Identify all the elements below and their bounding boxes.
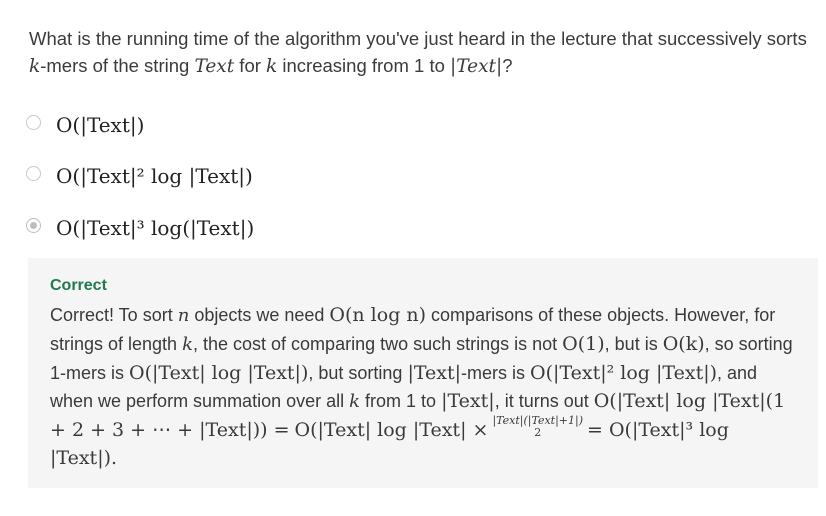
fraction: |Text|(|Text|+1|) 2 [492,414,583,440]
feedback-text: Correct! To sort n objects we need O(n l… [50,304,793,469]
math-abs-text: |Text| [450,56,503,77]
option-2[interactable]: O(|Text|² log |Text|) [26,163,426,193]
option-1[interactable]: O(|Text|) [26,112,426,142]
feedback-title: Correct [50,277,107,294]
option-label: O(|Text|² log |Text|) [56,164,253,188]
option-label: O(|Text|) [56,113,145,137]
question-text: What is the running time of the algorith… [29,28,807,77]
radio-button[interactable] [26,166,41,181]
radio-button[interactable] [26,115,41,130]
option-label: O(|Text|³ log(|Text|) [56,216,255,240]
math-k: k [29,56,41,77]
radio-button-selected[interactable] [26,218,41,233]
math-k-2: k [266,56,278,77]
math-text: Text [194,56,235,77]
option-3[interactable]: O(|Text|³ log(|Text|) [26,215,426,245]
feedback-panel: Correct Correct! To sort n objects we ne… [28,258,818,488]
